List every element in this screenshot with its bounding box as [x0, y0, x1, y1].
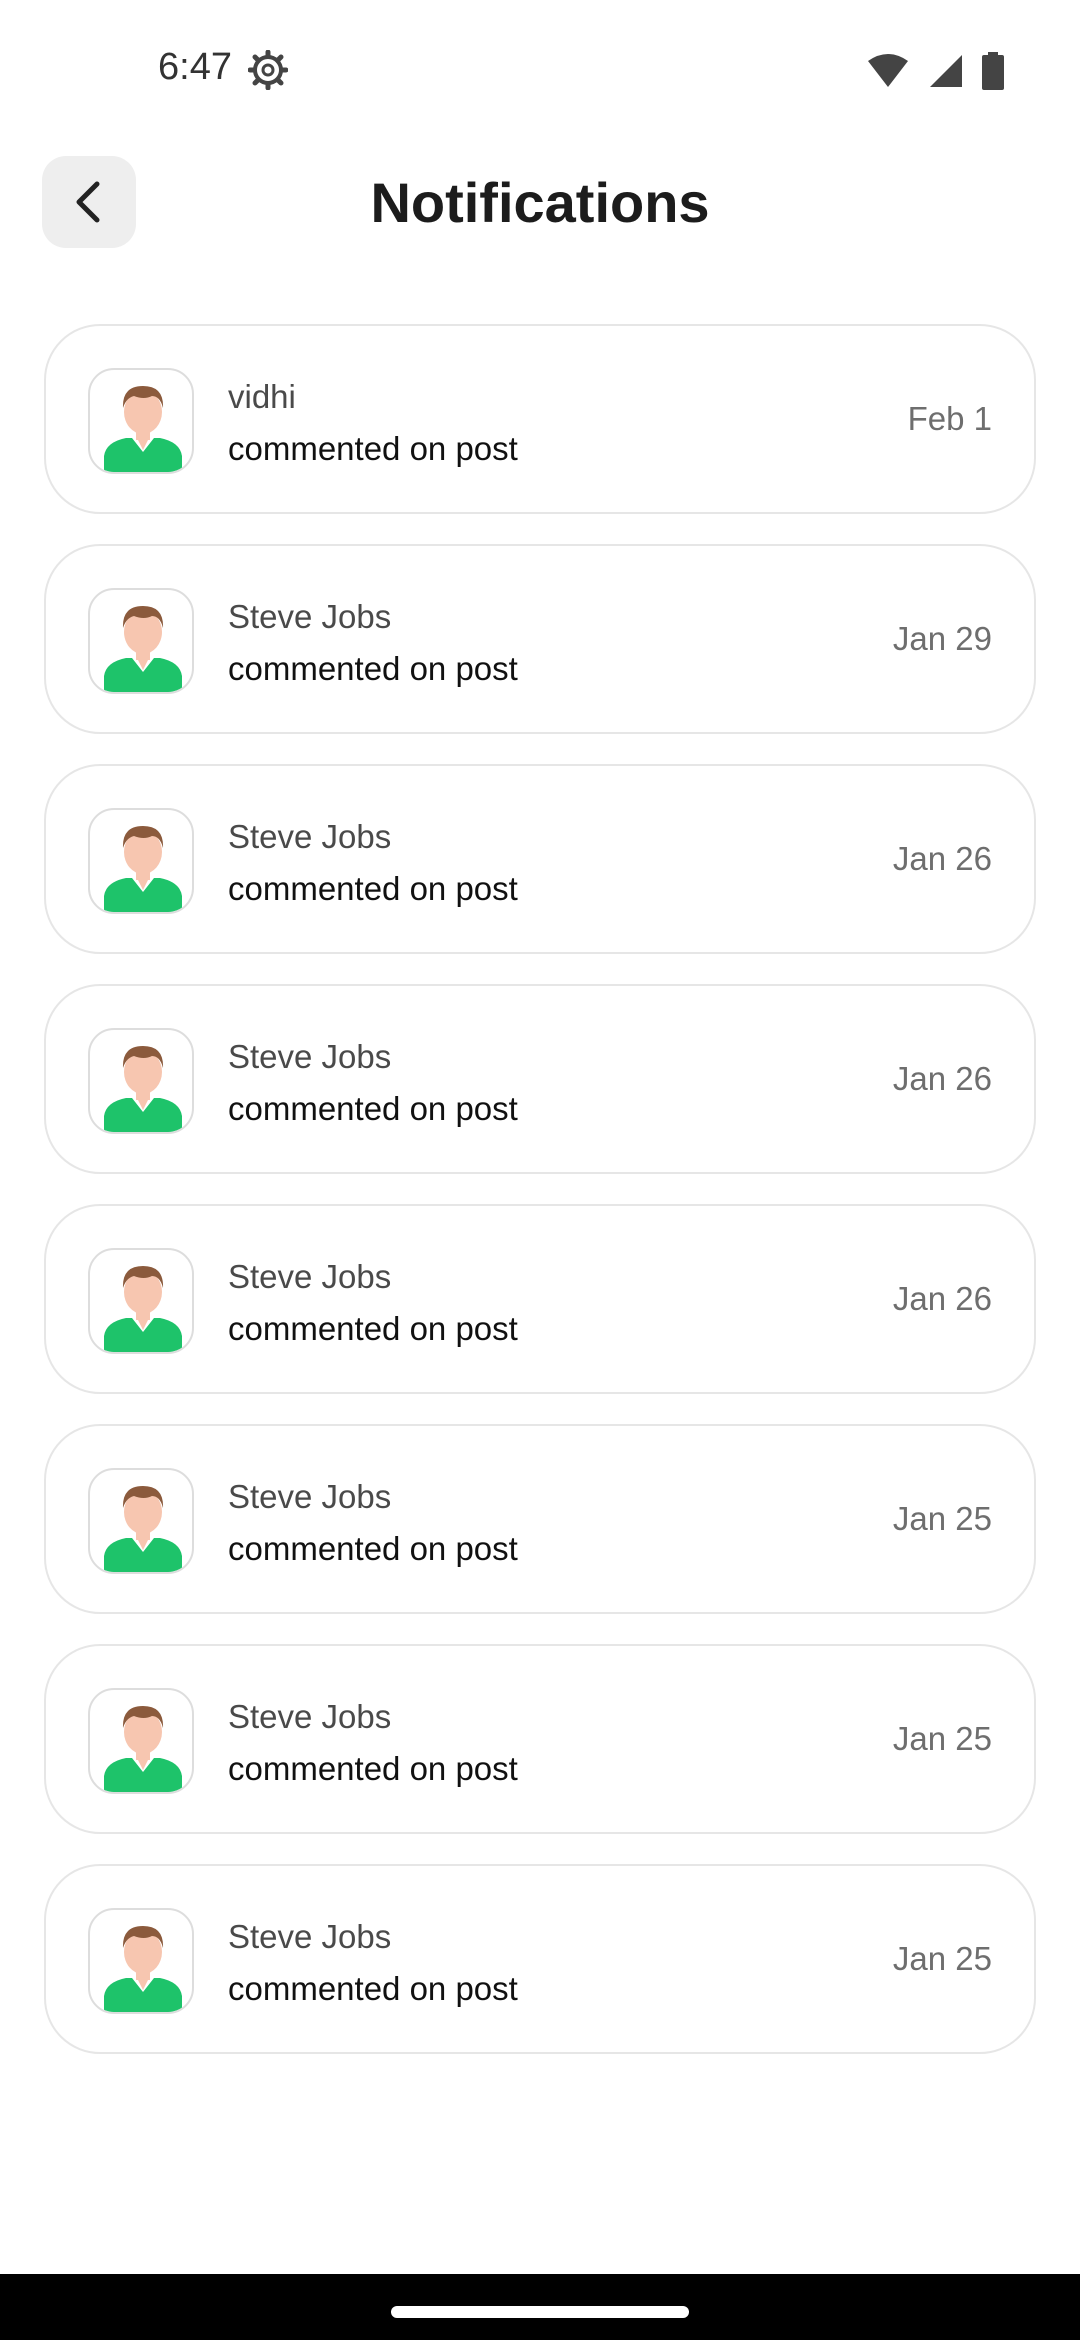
- notification-date: Feb 1: [907, 400, 992, 437]
- notification-action: commented on post: [228, 870, 518, 907]
- status-time: 6:47: [158, 46, 232, 88]
- notification-date: Jan 25: [892, 1720, 992, 1757]
- user-avatar-icon: [104, 1046, 182, 1132]
- notification-card[interactable]: Steve Jobs commented on post Jan 26: [44, 1204, 1036, 1394]
- user-avatar-icon: [104, 1486, 182, 1572]
- notification-action: commented on post: [228, 1310, 518, 1347]
- notifications-screen: 6:47 Notifications vidhi commented on po…: [0, 0, 1080, 2340]
- notification-card[interactable]: Steve Jobs commented on post Jan 29: [44, 544, 1036, 734]
- notification-action: commented on post: [228, 1970, 518, 2007]
- wifi-icon: [868, 54, 908, 87]
- status-icons: [866, 52, 1004, 90]
- notification-text: Steve Jobs commented on post: [228, 1916, 518, 2010]
- notification-date: Jan 26: [892, 1060, 992, 1097]
- user-avatar-icon: [104, 1266, 182, 1352]
- notification-date: Jan 25: [892, 1940, 992, 1977]
- notification-action: commented on post: [228, 1530, 518, 1567]
- notification-user-name: Steve Jobs: [228, 1918, 392, 1955]
- gear-icon: [248, 50, 288, 90]
- status-bar: 6:47: [0, 0, 1080, 140]
- notification-date: Jan 25: [892, 1500, 992, 1537]
- notification-text: vidhi commented on post: [228, 376, 518, 470]
- page-title: Notifications: [370, 171, 710, 234]
- user-avatar-icon: [104, 1706, 182, 1792]
- header: Notifications: [0, 150, 1080, 260]
- avatar: [88, 588, 194, 694]
- user-avatar-icon: [104, 1926, 182, 2012]
- notification-user-name: Steve Jobs: [228, 1478, 392, 1515]
- notification-date: Jan 29: [892, 620, 992, 657]
- notification-user-name: Steve Jobs: [228, 818, 392, 855]
- notification-action: commented on post: [228, 430, 518, 467]
- notification-card[interactable]: Steve Jobs commented on post Jan 25: [44, 1644, 1036, 1834]
- system-nav-bar: [0, 2274, 1080, 2340]
- notification-text: Steve Jobs commented on post: [228, 1036, 518, 1130]
- notification-user-name: Steve Jobs: [228, 598, 392, 635]
- avatar: [88, 1248, 194, 1354]
- avatar: [88, 368, 194, 474]
- user-avatar-icon: [104, 386, 182, 472]
- notification-action: commented on post: [228, 1090, 518, 1127]
- notification-text: Steve Jobs commented on post: [228, 1256, 518, 1350]
- notification-user-name: vidhi: [228, 378, 296, 415]
- avatar: [88, 1468, 194, 1574]
- notification-date: Jan 26: [892, 840, 992, 877]
- notification-card[interactable]: Steve Jobs commented on post Jan 26: [44, 764, 1036, 954]
- notification-text: Steve Jobs commented on post: [228, 1696, 518, 1790]
- notification-user-name: Steve Jobs: [228, 1038, 392, 1075]
- notification-card[interactable]: vidhi commented on post Feb 1: [44, 324, 1036, 514]
- avatar: [88, 1688, 194, 1794]
- notification-date: Jan 26: [892, 1280, 992, 1317]
- home-indicator[interactable]: [391, 2306, 689, 2318]
- signal-icon: [930, 55, 962, 87]
- notification-text: Steve Jobs commented on post: [228, 596, 518, 690]
- notification-action: commented on post: [228, 650, 518, 687]
- avatar: [88, 1028, 194, 1134]
- avatar: [88, 1908, 194, 2014]
- notification-user-name: Steve Jobs: [228, 1258, 392, 1295]
- user-avatar-icon: [104, 606, 182, 692]
- battery-icon: [982, 52, 1004, 90]
- notification-action: commented on post: [228, 1750, 518, 1787]
- notification-user-name: Steve Jobs: [228, 1698, 392, 1735]
- notification-list: vidhi commented on post Feb 1 Steve Jobs…: [44, 324, 1036, 2084]
- notification-card[interactable]: Steve Jobs commented on post Jan 25: [44, 1424, 1036, 1614]
- avatar: [88, 808, 194, 914]
- notification-text: Steve Jobs commented on post: [228, 1476, 518, 1570]
- notification-text: Steve Jobs commented on post: [228, 816, 518, 910]
- notification-card[interactable]: Steve Jobs commented on post Jan 25: [44, 1864, 1036, 2054]
- notification-card[interactable]: Steve Jobs commented on post Jan 26: [44, 984, 1036, 1174]
- user-avatar-icon: [104, 826, 182, 912]
